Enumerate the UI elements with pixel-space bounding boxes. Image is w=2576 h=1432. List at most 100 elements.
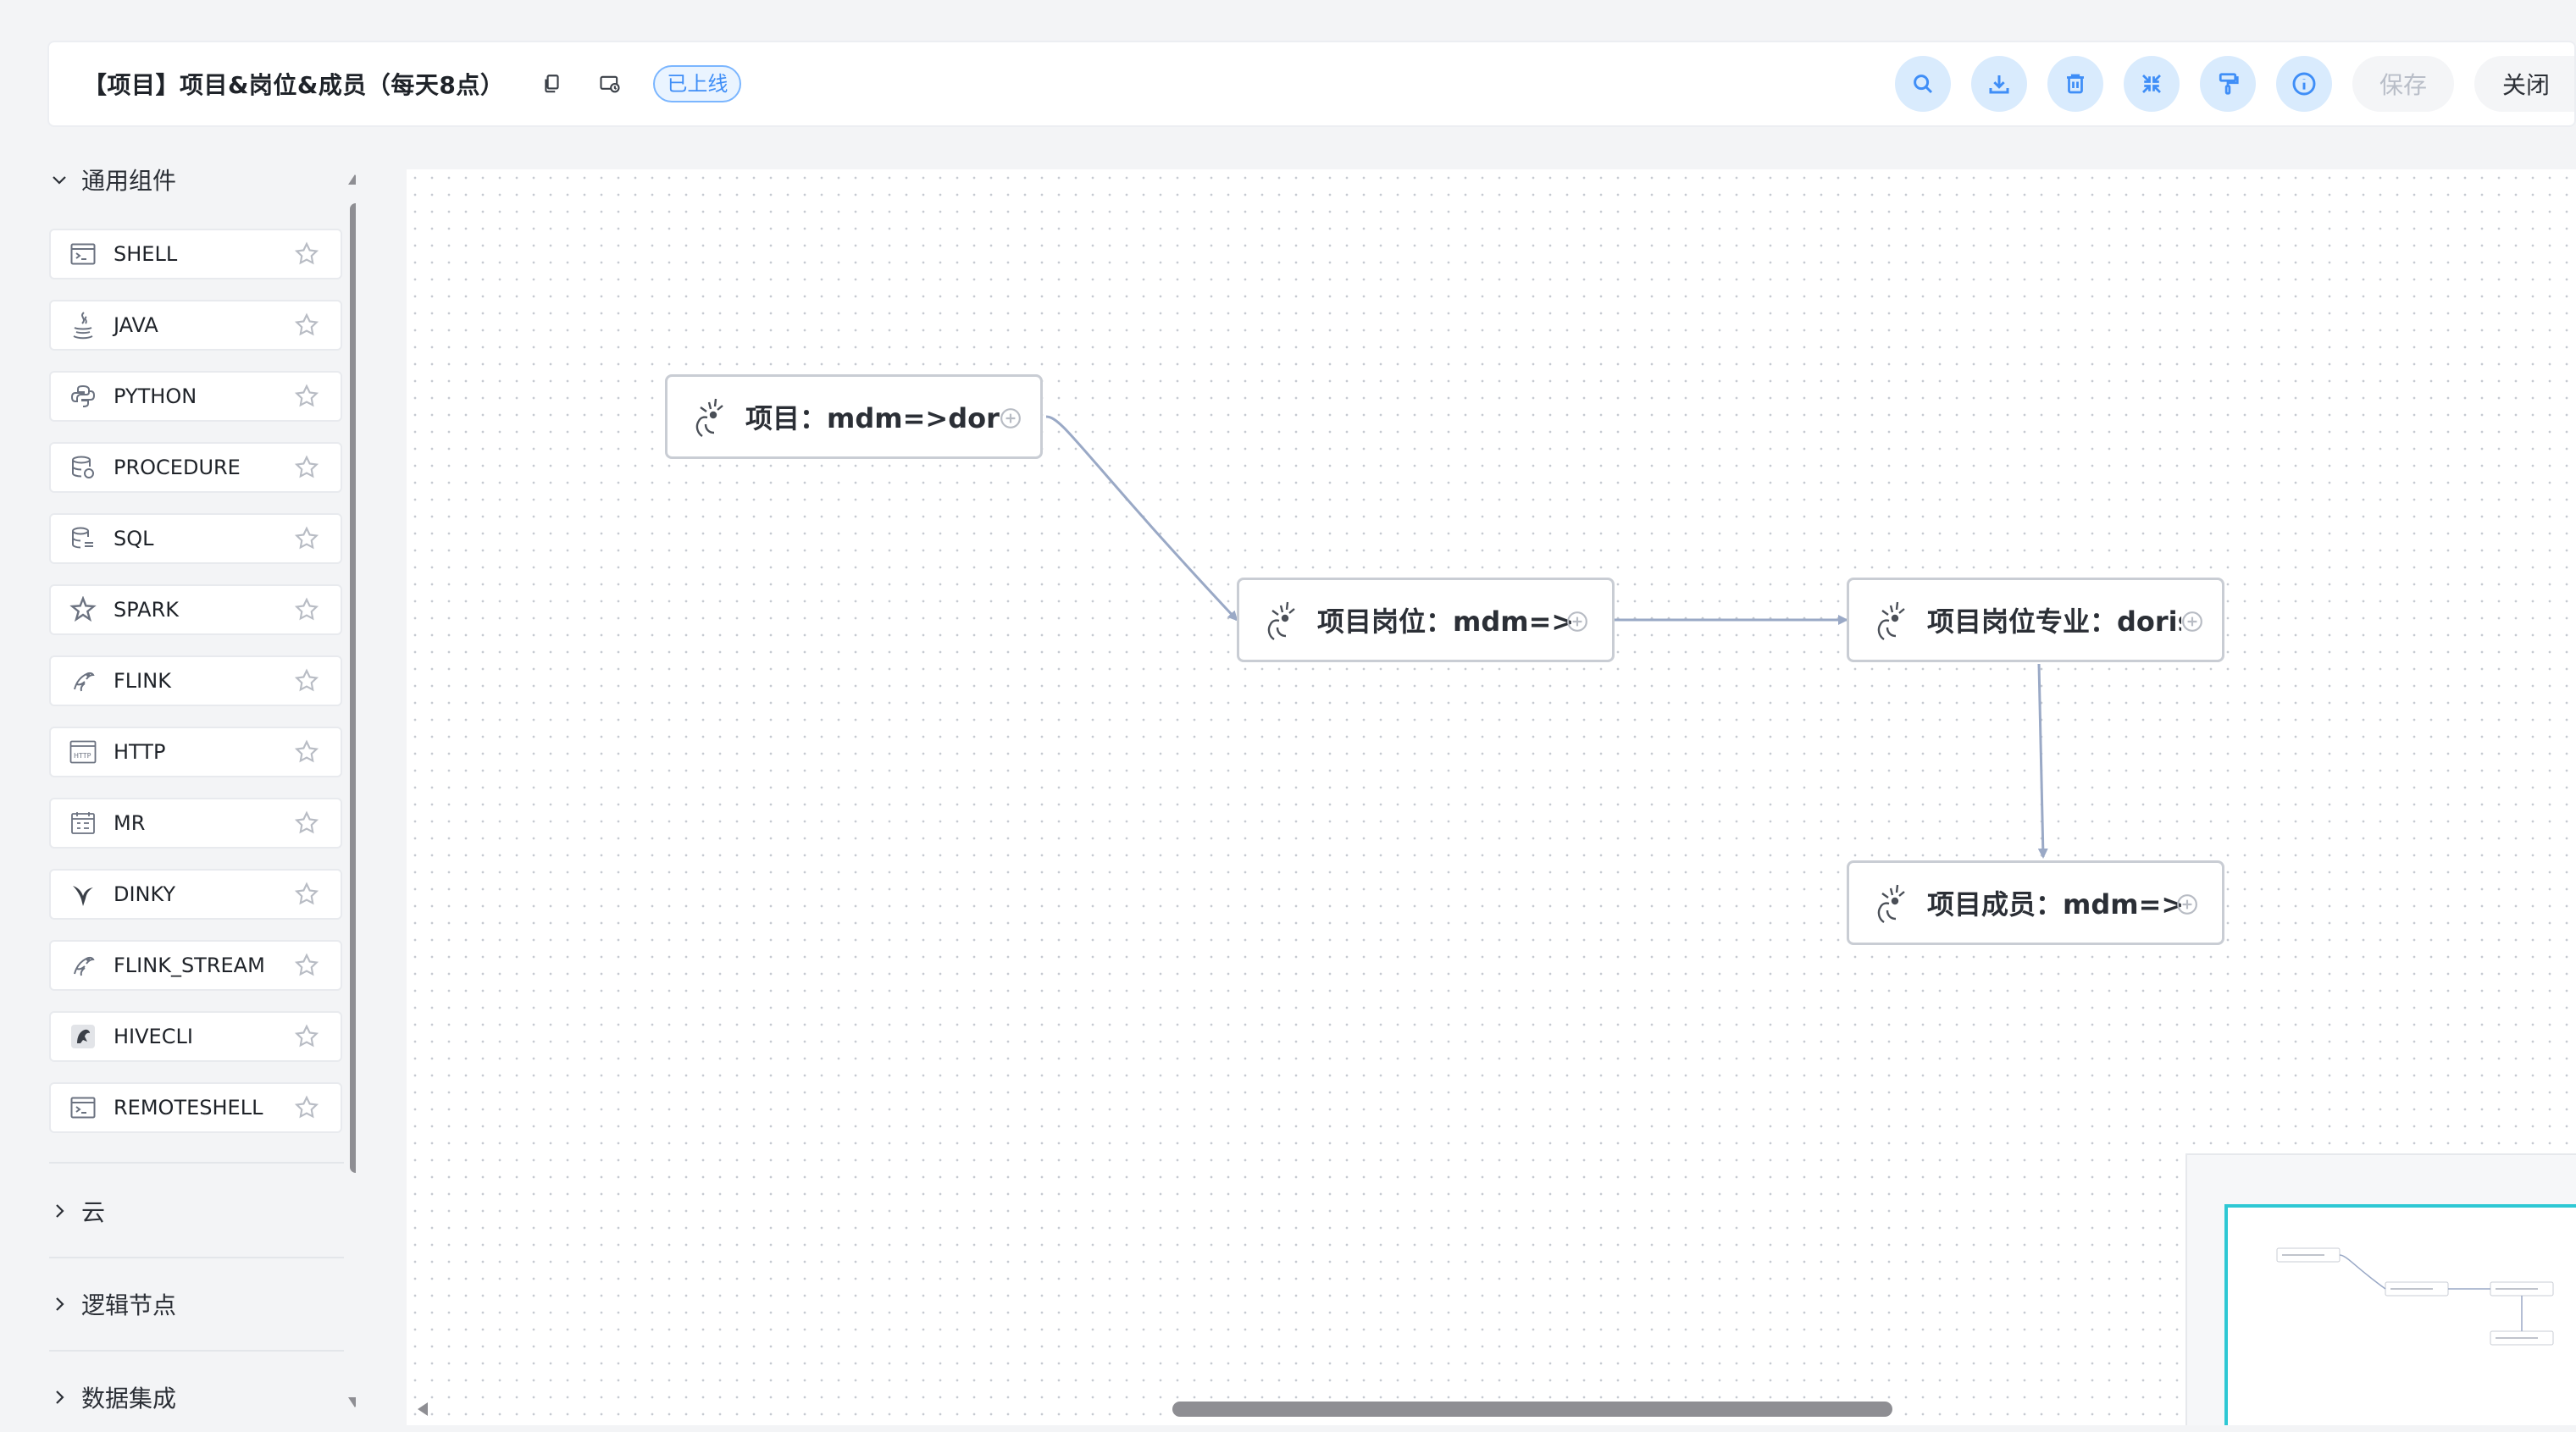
task-node-label: 项目：mdm=>doris: [745, 402, 1000, 434]
add-downstream-icon[interactable]: [1566, 611, 1588, 633]
component-item-http[interactable]: HTTP HTTP: [49, 727, 342, 777]
component-label: SHELL: [114, 242, 178, 266]
component-label: PROCEDURE: [114, 456, 241, 479]
star-icon[interactable]: [290, 735, 324, 769]
download-icon: [1989, 75, 2009, 94]
task-node-icon: [688, 393, 735, 440]
component-item-sql[interactable]: SQL: [49, 513, 342, 564]
add-downstream-icon[interactable]: [2176, 893, 2198, 915]
close-button[interactable]: 关闭: [2474, 56, 2574, 112]
fullscreen-icon: [2142, 75, 2161, 93]
star-icon[interactable]: [290, 522, 324, 556]
section-cloud[interactable]: 云: [49, 1194, 105, 1228]
component-item-hivecli[interactable]: HIVECLI: [49, 1011, 342, 1062]
copy-icon[interactable]: [538, 69, 567, 98]
component-panel: 通用组件 SHELL JAVA PYTHON PROCEDURE SQL SPA…: [0, 144, 356, 1425]
star-icon[interactable]: [290, 308, 324, 342]
component-label: JAVA: [114, 313, 158, 337]
python-icon: [66, 379, 100, 413]
flink-stream-icon: [66, 948, 100, 982]
scroll-down-arrow[interactable]: [346, 1394, 356, 1411]
component-item-flink-stream[interactable]: FLINK_STREAM: [49, 940, 342, 991]
delete-icon: [2066, 74, 2084, 94]
remoteshell-icon: [66, 1091, 100, 1125]
format-painter-button[interactable]: [2199, 56, 2256, 112]
dinky-icon: [66, 877, 100, 911]
editor-header: 【项目】项目&岗位&成员（每天8点） 已上线 保存 关闭: [47, 41, 2576, 127]
info-button[interactable]: [2275, 56, 2332, 112]
save-button[interactable]: 保存: [2352, 56, 2454, 112]
minimap-viewport[interactable]: [2224, 1204, 2576, 1425]
task-node[interactable]: 项目：mdm=>doris: [665, 374, 1043, 459]
component-item-mr[interactable]: MR: [49, 798, 342, 849]
component-item-dinky[interactable]: DINKY: [49, 869, 342, 920]
chevron-down-icon: [53, 176, 66, 185]
section-label: 数据集成: [81, 1385, 177, 1413]
delete-button[interactable]: [2047, 56, 2103, 112]
star-icon[interactable]: [290, 1091, 324, 1125]
scroll-up-arrow[interactable]: [346, 171, 356, 188]
component-item-flink[interactable]: FLINK: [49, 655, 342, 706]
component-item-shell[interactable]: SHELL: [49, 229, 342, 279]
task-node-label: 项目成员：mdm=>d…i…: [1927, 888, 2181, 921]
star-icon[interactable]: [290, 806, 324, 840]
task-node[interactable]: 项目岗位专业：doris…: [1847, 578, 2224, 662]
section-logic-nodes[interactable]: 逻辑节点: [49, 1287, 176, 1321]
component-label: MR: [114, 811, 146, 835]
component-item-java[interactable]: JAVA: [49, 300, 342, 351]
shell-icon: [66, 237, 100, 271]
svg-text:HTTP: HTTP: [74, 752, 91, 760]
spark-icon: [66, 593, 100, 627]
task-node-icon: [1260, 596, 1307, 644]
sql-icon: [66, 522, 100, 556]
star-icon[interactable]: [290, 948, 324, 982]
edge-3-4[interactable]: [2037, 663, 2048, 859]
star-icon[interactable]: [290, 451, 324, 484]
component-item-remoteshell[interactable]: REMOTESHELL: [49, 1082, 342, 1133]
http-icon: HTTP: [66, 735, 100, 769]
component-item-spark[interactable]: SPARK: [49, 584, 342, 635]
task-node-label: 项目岗位专业：doris…: [1927, 605, 2181, 638]
edge-1-2[interactable]: [1045, 415, 1238, 622]
section-divider: [49, 1257, 344, 1258]
version-icon[interactable]: [596, 69, 624, 98]
component-label: SQL: [114, 527, 154, 550]
chevron-right-icon: [56, 1391, 64, 1404]
star-icon[interactable]: [290, 379, 324, 413]
section-data-integration[interactable]: 数据集成: [49, 1380, 176, 1414]
component-label: HIVECLI: [114, 1025, 193, 1048]
task-node[interactable]: 项目成员：mdm=>d…i…: [1847, 860, 2224, 945]
component-label: REMOTESHELL: [114, 1096, 263, 1120]
download-button[interactable]: [1970, 56, 2027, 112]
search-button[interactable]: [1894, 56, 1951, 112]
scroll-left-arrow[interactable]: [413, 1400, 432, 1418]
star-icon[interactable]: [290, 237, 324, 271]
hivecli-icon: [66, 1020, 100, 1053]
component-label: HTTP: [114, 740, 166, 764]
header-left: 【项目】项目&岗位&成员（每天8点） 已上线: [83, 42, 742, 125]
section-general-components[interactable]: 通用组件: [49, 163, 176, 196]
component-label: FLINK: [114, 669, 171, 693]
fullscreen-button[interactable]: [2123, 56, 2180, 112]
star-icon[interactable]: [290, 1020, 324, 1053]
component-item-python[interactable]: PYTHON: [49, 371, 342, 422]
star-icon[interactable]: [290, 877, 324, 911]
add-downstream-icon[interactable]: [1000, 407, 1022, 429]
section-label: 逻辑节点: [81, 1291, 177, 1319]
java-icon: [66, 308, 100, 342]
task-node[interactable]: 项目岗位：mdm=>d…i…: [1237, 578, 1615, 662]
chevron-right-icon: [56, 1204, 64, 1218]
sidebar-scrollbar[interactable]: [350, 203, 356, 1173]
add-downstream-icon[interactable]: [2181, 611, 2203, 633]
component-label: SPARK: [114, 598, 180, 622]
procedure-icon: [66, 451, 100, 484]
component-label: FLINK_STREAM: [114, 954, 265, 977]
component-item-procedure[interactable]: PROCEDURE: [49, 442, 342, 493]
chevron-right-icon: [56, 1297, 64, 1311]
format-painter-icon: [2219, 73, 2239, 95]
task-node-label: 项目岗位：mdm=>d…i…: [1317, 605, 1571, 638]
star-icon[interactable]: [290, 593, 324, 627]
task-node-icon: [1870, 879, 1917, 926]
star-icon[interactable]: [290, 664, 324, 698]
canvas-horizontal-scrollbar[interactable]: [1172, 1402, 1892, 1417]
